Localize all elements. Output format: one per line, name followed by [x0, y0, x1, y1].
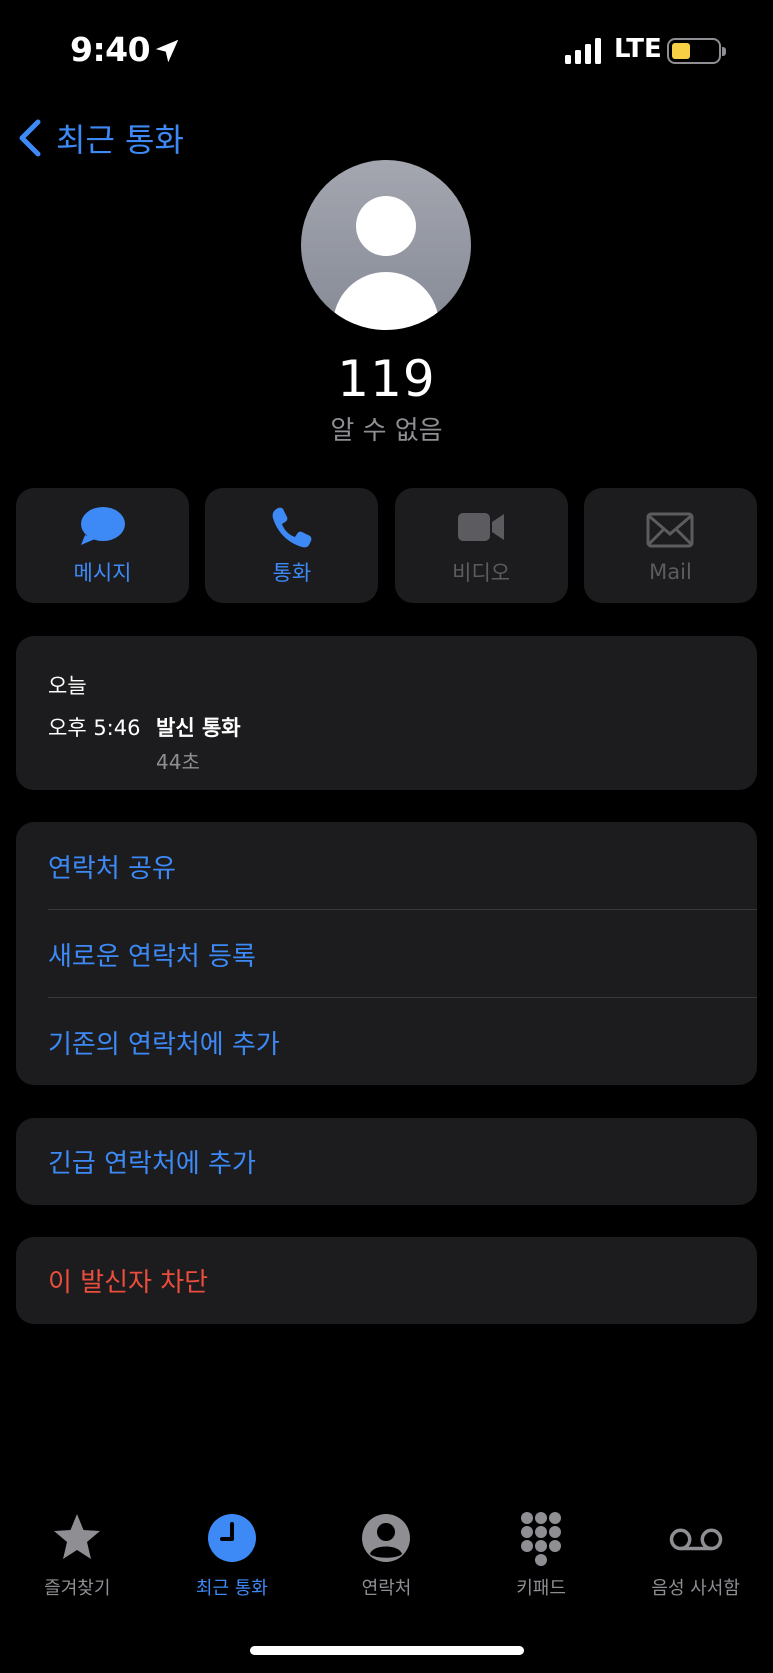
- video-camera-icon: [458, 512, 505, 541]
- voicemail-icon: [669, 1528, 722, 1551]
- keypad-icon: [521, 1512, 562, 1566]
- back-label: 최근 통화: [56, 121, 184, 159]
- call-button[interactable]: 통화: [205, 488, 379, 603]
- tab-voicemail-label: 음성 사서함: [651, 1578, 740, 1599]
- share-contact-option[interactable]: 연락처 공유: [48, 822, 757, 910]
- add-existing-contact-option[interactable]: 기존의 연락처에 추가: [48, 998, 757, 1086]
- history-call-type: 발신 통화: [156, 716, 241, 740]
- network-type: LTE: [614, 34, 662, 64]
- mail-button[interactable]: Mail: [583, 488, 757, 603]
- back-button[interactable]: 최근 통화: [16, 112, 184, 164]
- action-buttons: 메시지 통화 비디오 Mail: [16, 488, 757, 603]
- tab-bar: 즐겨찾기 최근 통화 연락처 키패드 음성 사서함: [0, 1510, 773, 1610]
- phone-icon: [272, 507, 312, 547]
- chevron-left-icon: [19, 119, 41, 157]
- location-arrow-icon: [155, 39, 179, 63]
- person-circle-icon: [362, 1514, 411, 1562]
- battery-icon: [667, 38, 726, 64]
- clock-icon: [207, 1514, 256, 1562]
- history-duration: 44초: [156, 750, 200, 774]
- caller-subtitle: 알 수 없음: [330, 416, 443, 446]
- history-time: 오후 5:46: [48, 716, 141, 740]
- tab-keypad-label: 키패드: [516, 1578, 566, 1599]
- add-emergency-contact-option[interactable]: 긴급 연락처에 추가: [48, 1118, 757, 1205]
- tab-favorites[interactable]: 즐겨찾기: [0, 1510, 155, 1610]
- message-button[interactable]: 메시지: [16, 488, 189, 603]
- message-label: 메시지: [73, 560, 132, 585]
- battery-fill: [672, 43, 690, 59]
- home-indicator[interactable]: [250, 1646, 524, 1655]
- contact-options-card: 연락처 공유 새로운 연락처 등록 기존의 연락처에 추가: [16, 822, 757, 1085]
- tab-keypad[interactable]: 키패드: [464, 1510, 619, 1610]
- video-label: 비디오: [452, 560, 511, 585]
- envelope-icon: [646, 512, 694, 547]
- star-icon: [54, 1514, 101, 1559]
- cellular-signal-icon: [565, 38, 601, 64]
- tab-recents[interactable]: 최근 통화: [155, 1510, 310, 1610]
- caller-name: 119: [337, 350, 436, 408]
- new-contact-option[interactable]: 새로운 연락처 등록: [48, 910, 757, 998]
- contact-avatar: [301, 160, 471, 330]
- video-button[interactable]: 비디오: [394, 488, 568, 603]
- tab-voicemail[interactable]: 음성 사서함: [618, 1510, 773, 1610]
- block-card: 이 발신자 차단: [16, 1237, 757, 1324]
- emergency-card: 긴급 연락처에 추가: [16, 1118, 757, 1205]
- tab-recents-label: 최근 통화: [195, 1578, 268, 1599]
- message-bubble-icon: [80, 506, 125, 545]
- call-history-card: 오늘 오후 5:46 발신 통화 44초: [16, 636, 757, 790]
- tab-contacts-label: 연락처: [361, 1578, 412, 1599]
- mail-label: Mail: [649, 559, 692, 584]
- block-caller-option[interactable]: 이 발신자 차단: [48, 1237, 757, 1324]
- tab-contacts[interactable]: 연락처: [309, 1510, 464, 1610]
- history-day: 오늘: [48, 674, 87, 698]
- status-time: 9:40: [70, 30, 151, 69]
- history-row: 오후 5:46 발신 통화: [48, 712, 241, 742]
- status-bar: 9:40 LTE: [0, 0, 773, 100]
- call-label: 통화: [272, 560, 312, 585]
- tab-favorites-label: 즐겨찾기: [44, 1578, 111, 1599]
